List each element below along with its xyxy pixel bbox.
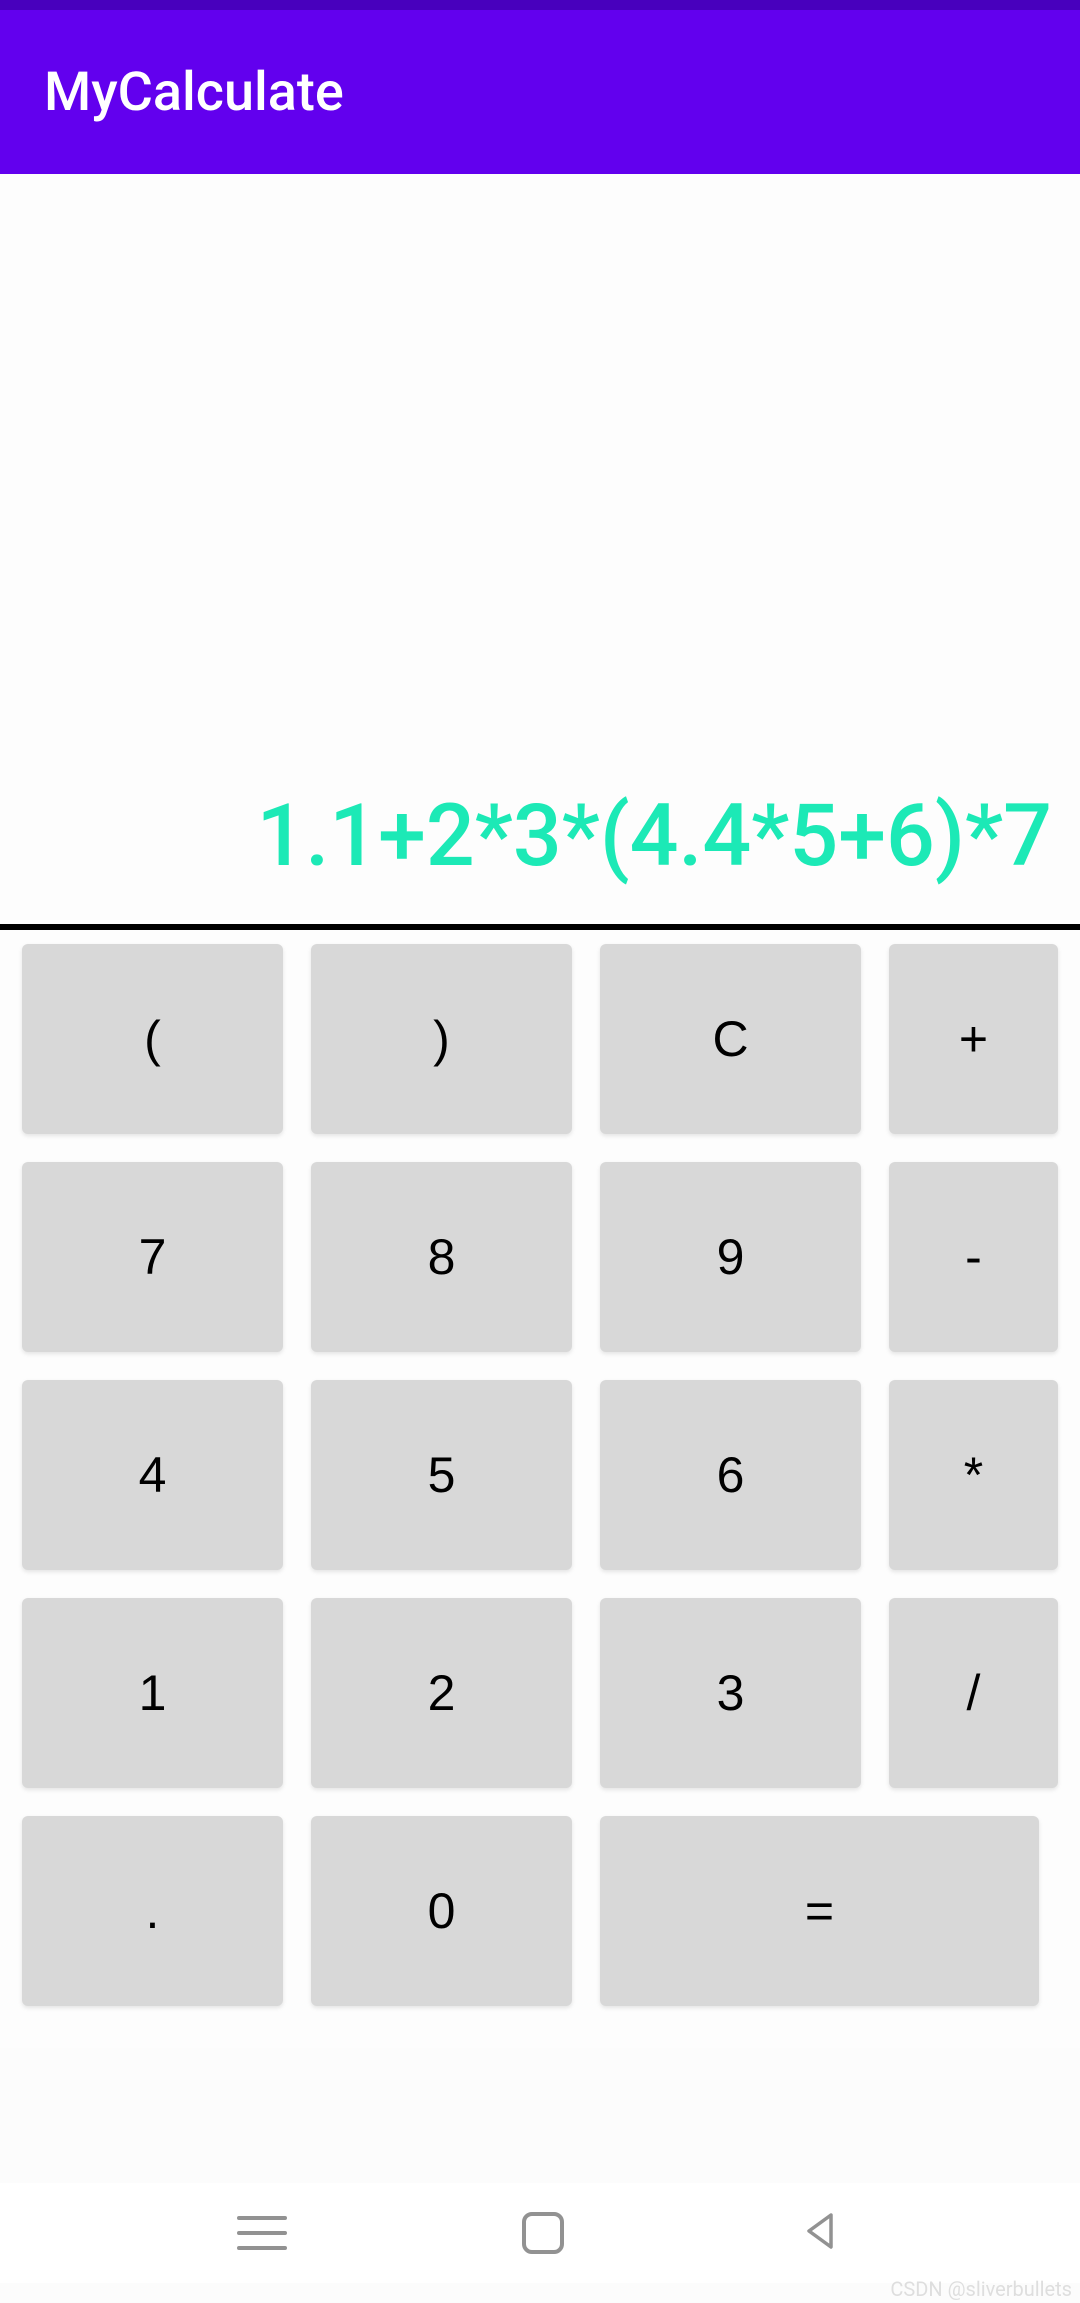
keypad-row-1: ( ) C + (22, 944, 1080, 1134)
key-divide[interactable]: / (889, 1598, 1058, 1788)
display-area: 1.1+2*3*(4.4*5+6)*7 (0, 174, 1080, 930)
nav-recent-icon[interactable] (237, 2216, 287, 2250)
watermark: CSDN @sliverbullets (890, 2277, 1072, 2301)
key-plus[interactable]: + (889, 944, 1058, 1134)
keypad-row-3: 4 5 6 * (22, 1380, 1080, 1570)
expression-text: 1.1+2*3*(4.4*5+6)*7 (256, 785, 1052, 886)
key-open-paren[interactable]: ( (22, 944, 283, 1134)
nav-back-icon[interactable] (799, 2209, 843, 2257)
system-nav-bar (0, 2183, 1080, 2283)
key-8[interactable]: 8 (311, 1162, 572, 1352)
key-5[interactable]: 5 (311, 1380, 572, 1570)
key-clear[interactable]: C (600, 944, 861, 1134)
key-multiply[interactable]: * (889, 1380, 1058, 1570)
key-close-paren[interactable]: ) (311, 944, 572, 1134)
key-dot[interactable]: . (22, 1816, 283, 2006)
app-bar: MyCalculate (0, 10, 1080, 174)
key-1[interactable]: 1 (22, 1598, 283, 1788)
key-equals[interactable]: = (600, 1816, 1039, 2006)
key-4[interactable]: 4 (22, 1380, 283, 1570)
key-2[interactable]: 2 (311, 1598, 572, 1788)
app-title: MyCalculate (44, 61, 344, 124)
key-3[interactable]: 3 (600, 1598, 861, 1788)
keypad: ( ) C + 7 8 9 - 4 5 6 * 1 2 3 / . 0 = (0, 930, 1080, 2048)
key-7[interactable]: 7 (22, 1162, 283, 1352)
key-0[interactable]: 0 (311, 1816, 572, 2006)
keypad-row-2: 7 8 9 - (22, 1162, 1080, 1352)
key-6[interactable]: 6 (600, 1380, 861, 1570)
status-bar (0, 0, 1080, 10)
key-minus[interactable]: - (889, 1162, 1058, 1352)
keypad-row-4: 1 2 3 / (22, 1598, 1080, 1788)
key-9[interactable]: 9 (600, 1162, 861, 1352)
keypad-row-5: . 0 = (22, 1816, 1080, 2006)
nav-home-icon[interactable] (522, 2212, 564, 2254)
